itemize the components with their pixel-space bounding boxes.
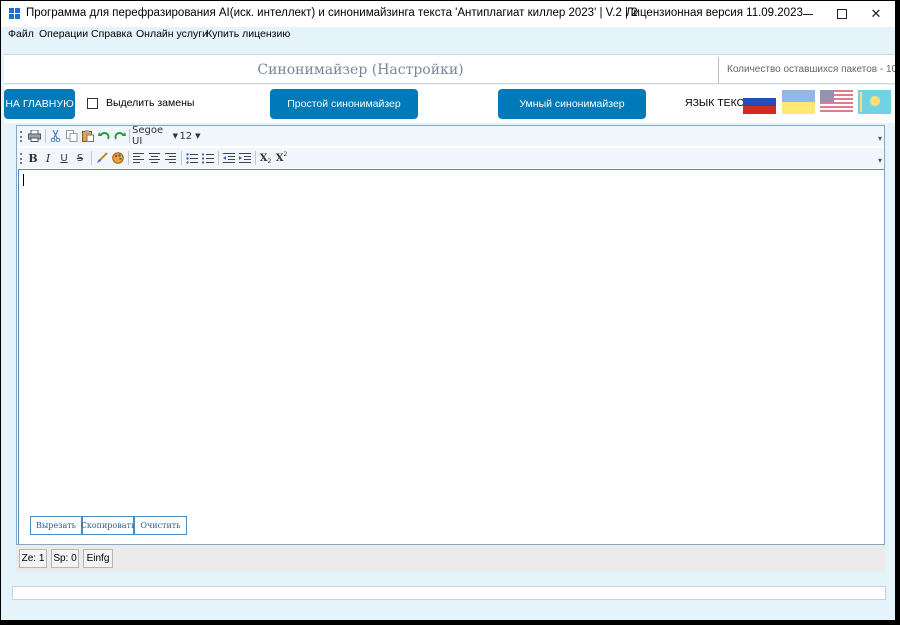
toolbar-grip-icon[interactable] (20, 153, 22, 164)
cut-icon[interactable] (48, 128, 63, 144)
kz-flag-icon[interactable] (858, 90, 891, 114)
copy-icon[interactable] (64, 128, 79, 144)
italic-button[interactable]: I (41, 150, 55, 166)
status-bar: Ze: 1 Sp: 0 Einfg (16, 545, 885, 572)
maximize-icon (837, 9, 847, 19)
brush-icon[interactable] (94, 150, 109, 166)
toolbar-overflow-icon[interactable]: ▾ (878, 134, 882, 143)
print-icon[interactable] (26, 128, 42, 144)
cut-button[interactable]: Вырезать (30, 516, 82, 535)
numbered-list-icon[interactable] (200, 150, 215, 166)
toolbar-separator (128, 151, 129, 165)
maximize-button[interactable] (825, 1, 859, 27)
underline-button[interactable]: U (57, 150, 71, 166)
font-size-select[interactable]: 12 ▼ (179, 128, 201, 144)
checkbox-box[interactable] (87, 97, 98, 109)
toolbar-separator (255, 151, 256, 165)
palette-icon[interactable] (110, 150, 125, 166)
indent-icon[interactable] (237, 150, 252, 166)
close-icon: ✕ (870, 6, 882, 22)
subscript-x: X (259, 152, 268, 164)
window-title: Программа для перефразирования AI(иск. и… (26, 7, 638, 19)
toolbar-separator (181, 151, 182, 165)
menu-file[interactable]: Файл (8, 27, 34, 41)
subscript-mark: 2 (267, 157, 272, 165)
simple-synonymizer-button[interactable]: Простой синонимайзер (270, 89, 418, 119)
toolbar-separator (45, 129, 46, 143)
outdent-icon[interactable] (221, 150, 236, 166)
status-line: Ze: 1 (19, 549, 47, 568)
editor-toolbar-format: B I U S X 2 X 2 ▾ (17, 148, 884, 168)
menu-help[interactable]: Справка (91, 27, 132, 41)
font-family-select[interactable]: Segoe UI ▼ (132, 125, 178, 147)
minimize-button[interactable] (791, 1, 825, 27)
header-divider (718, 57, 719, 83)
highlight-replacements-label: Выделить замены (106, 97, 195, 109)
license-info: Лицензионная версия 11.09.2023 (626, 7, 803, 19)
editor-text-area[interactable] (18, 169, 884, 544)
app-window: Программа для перефразирования AI(иск. и… (1, 1, 895, 620)
copy-button[interactable]: Скопировать (81, 516, 135, 535)
chevron-down-icon: ▼ (172, 132, 178, 140)
us-flag-icon[interactable] (820, 90, 853, 114)
font-size-value: 12 (179, 130, 193, 142)
chevron-down-icon: ▼ (195, 132, 201, 140)
bullet-list-icon[interactable] (184, 150, 199, 166)
packets-remaining: Количество оставшихся пакетов - 1000 (727, 64, 895, 75)
font-family-value: Segoe UI (132, 125, 164, 147)
header-panel: Синонимайзер (Настройки) Количество оста… (4, 54, 895, 84)
toolbar-separator (91, 151, 92, 165)
minimize-icon (803, 13, 813, 15)
page-title: Синонимайзер (Настройки) (257, 62, 464, 78)
rich-text-editor: Segoe UI ▼ 12 ▼ ▾ B I U S X 2 X 2 ▾ Выре… (16, 125, 885, 545)
undo-icon[interactable] (96, 128, 111, 144)
menu-buy-license[interactable]: Купить лицензию (206, 27, 290, 41)
align-right-icon[interactable] (163, 150, 178, 166)
menu-online-services[interactable]: Онлайн услуги (136, 27, 208, 41)
smart-synonymizer-button[interactable]: Умный синонимайзер (498, 89, 646, 119)
status-insert-mode[interactable]: Einfg (83, 549, 113, 568)
bold-button[interactable]: B (26, 150, 40, 166)
menu-bar: Файл Операции Справка Онлайн услуги Купи… (1, 27, 895, 41)
ua-flag-icon[interactable] (782, 90, 815, 114)
bottom-progress-field (12, 586, 886, 600)
close-button[interactable]: ✕ (859, 1, 893, 27)
align-left-icon[interactable] (131, 150, 146, 166)
editor-toolbar-top: Segoe UI ▼ 12 ▼ ▾ (17, 125, 884, 147)
highlight-replacements-checkbox[interactable]: Выделить замены (87, 97, 194, 109)
subscript-button[interactable]: X2 (258, 150, 273, 166)
toolbar-grip-icon[interactable] (20, 131, 22, 142)
superscript-mark: 2 (283, 150, 288, 158)
paste-icon[interactable] (80, 128, 95, 144)
app-logo-icon (9, 8, 21, 20)
superscript-button[interactable]: X2 (274, 150, 289, 166)
toolbar-separator (129, 129, 130, 143)
controls-row: НА ГЛАВНУЮ Выделить замены Простой синон… (4, 85, 895, 123)
strikethrough-button[interactable]: S (73, 150, 87, 166)
text-caret (23, 174, 24, 186)
ru-flag-icon[interactable] (743, 90, 776, 114)
clear-button[interactable]: Очистить (134, 516, 187, 535)
status-column: Sp: 0 (51, 549, 79, 568)
toolbar-separator (218, 151, 219, 165)
toolbar-overflow-icon[interactable]: ▾ (878, 156, 882, 165)
redo-icon[interactable] (112, 128, 127, 144)
align-center-icon[interactable] (147, 150, 162, 166)
superscript-x: X (275, 152, 284, 164)
home-button[interactable]: НА ГЛАВНУЮ (4, 89, 75, 119)
menu-operations[interactable]: Операции (39, 27, 88, 41)
title-bar[interactable]: Программа для перефразирования AI(иск. и… (1, 1, 895, 27)
